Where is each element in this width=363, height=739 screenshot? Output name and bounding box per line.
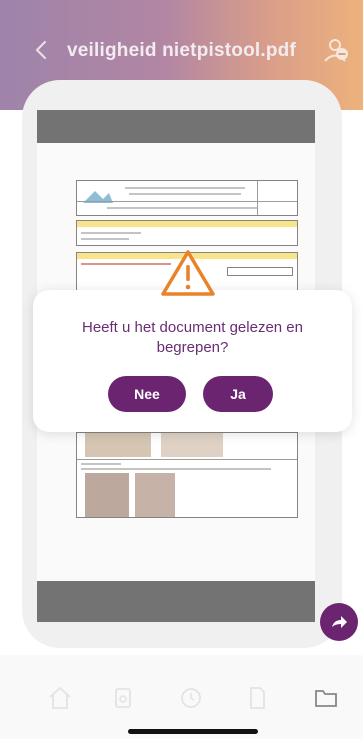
share-arrow-icon: [332, 616, 347, 628]
share-button[interactable]: [320, 603, 358, 641]
warning-triangle-icon: [161, 250, 215, 296]
confirm-read-dialog: Heeft u het document gelezen en begrepen…: [33, 290, 352, 432]
dialog-message: Heeft u het document gelezen en begrepen…: [82, 319, 303, 356]
yes-button[interactable]: Ja: [203, 376, 273, 412]
no-button[interactable]: Nee: [108, 376, 186, 412]
home-indicator: [128, 729, 258, 734]
